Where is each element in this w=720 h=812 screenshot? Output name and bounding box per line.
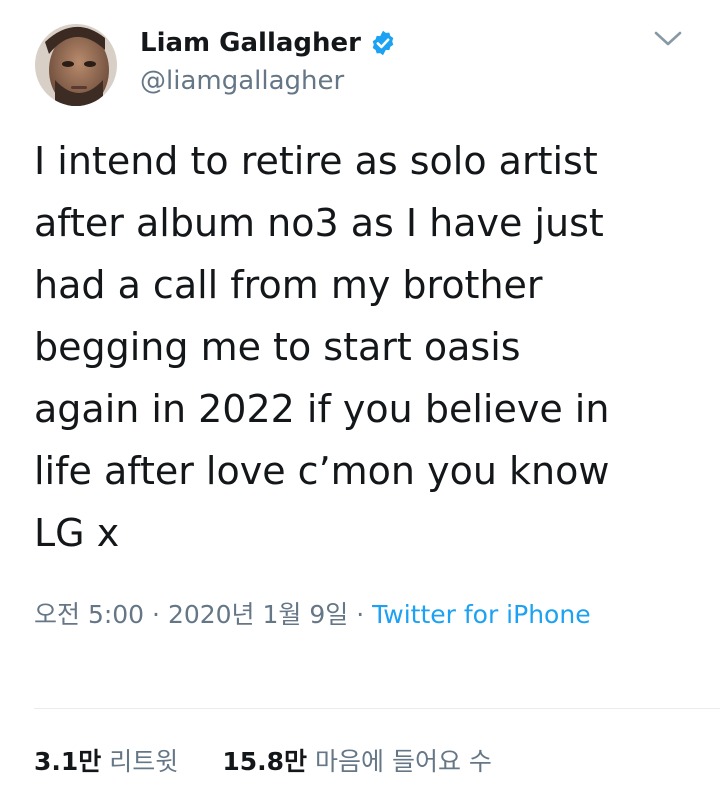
tweet-line: had a call from my brother xyxy=(34,263,543,307)
avatar[interactable] xyxy=(35,24,117,106)
tweet-line: LG x xyxy=(34,511,120,555)
tweet-source-link[interactable]: Twitter for iPhone xyxy=(372,600,590,629)
tweet-stats: 3.1만 리트윗 15.8만 마음에 들어요 수 xyxy=(34,742,536,778)
profile-photo-icon xyxy=(35,24,117,106)
retweets-label: 리트윗 xyxy=(109,747,179,776)
tweet-time[interactable]: 오전 5:00 xyxy=(34,600,144,629)
retweets-count: 3.1만 xyxy=(34,747,102,776)
tweet-line: begging me to start oasis xyxy=(34,325,521,369)
likes-label: 마음에 들어요 수 xyxy=(315,747,492,776)
likes-count: 15.8만 xyxy=(222,747,307,776)
divider xyxy=(34,708,720,709)
user-handle[interactable]: @liamgallagher xyxy=(140,66,344,96)
author-row[interactable]: Liam Gallagher xyxy=(140,24,397,62)
meta-separator: · xyxy=(144,600,168,629)
verified-badge-icon xyxy=(369,29,397,57)
tweet-line: I intend to retire as solo artist xyxy=(34,139,598,183)
tweet-line: after album no3 as I have just xyxy=(34,201,604,245)
tweet-line: life after love c’mon you know xyxy=(34,449,610,493)
likes-stat[interactable]: 15.8만 마음에 들어요 수 xyxy=(222,742,492,778)
tweet-line: again in 2022 if you believe in xyxy=(34,387,610,431)
tweet-date[interactable]: 2020년 1월 9일 xyxy=(168,600,348,629)
tweet-meta: 오전 5:00 · 2020년 1월 9일 · Twitter for iPho… xyxy=(34,594,674,636)
display-name[interactable]: Liam Gallagher xyxy=(140,28,361,58)
meta-separator: · xyxy=(348,600,373,629)
retweets-stat[interactable]: 3.1만 리트윗 xyxy=(34,742,178,778)
tweet-text: I intend to retire as solo artist after … xyxy=(34,130,704,564)
chevron-down-icon[interactable] xyxy=(651,26,685,52)
